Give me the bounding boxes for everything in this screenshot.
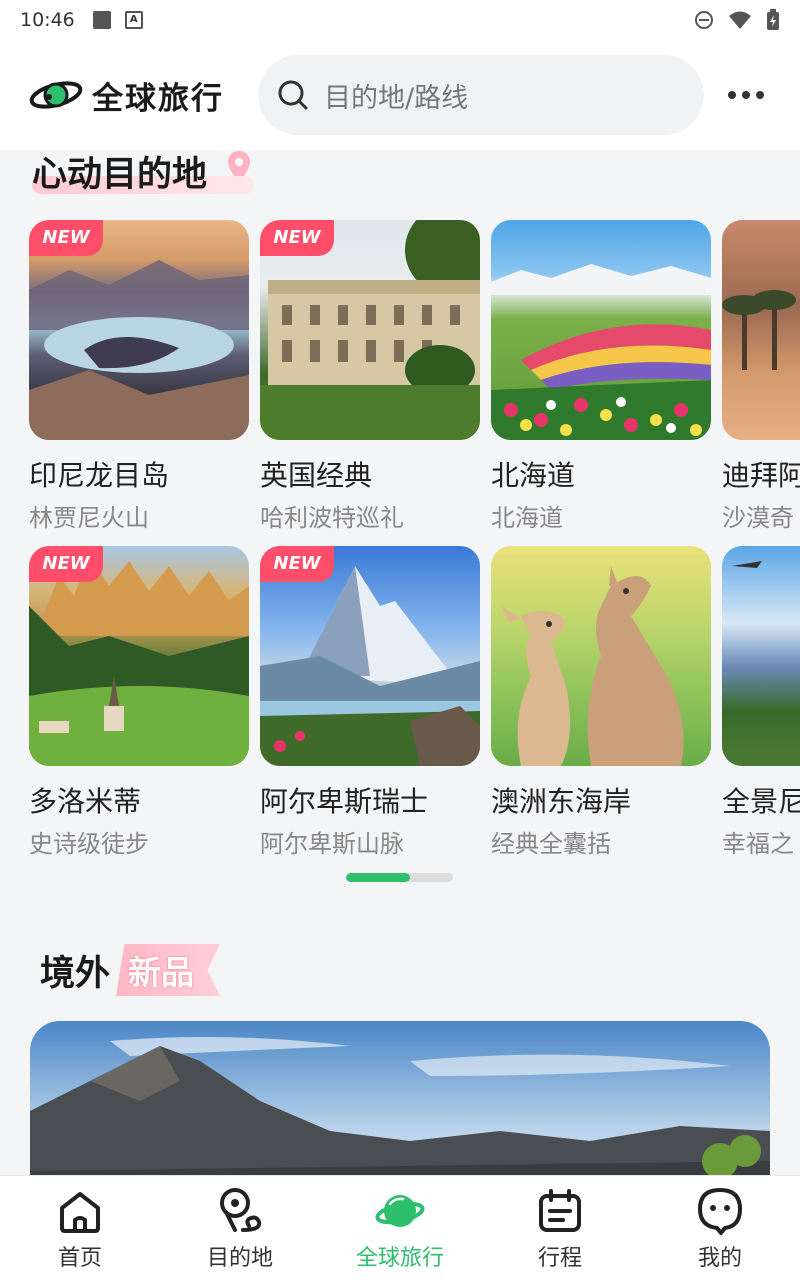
tab-destination[interactable]: 目的地	[160, 1176, 320, 1280]
destination-name: 印尼龙目岛	[29, 459, 170, 492]
destination-name: 阿尔卑斯瑞士	[260, 785, 429, 818]
new-badge: NEW	[29, 220, 103, 256]
destination-name: 全景尼	[722, 785, 800, 818]
destination-subtitle: 经典全囊括	[491, 830, 611, 858]
new-badge: NEW	[260, 220, 334, 256]
destination-name: 英国经典	[260, 459, 373, 492]
destination-name: 澳洲东海岸	[491, 785, 632, 818]
status-bar: 10:46 A	[0, 0, 800, 40]
tab-itinerary[interactable]: 行程	[480, 1176, 640, 1280]
destination-card[interactable]: 迪拜阿 沙漠奇	[722, 220, 800, 533]
destination-card[interactable]: NEW 阿尔卑斯瑞士 阿尔卑斯山脉	[260, 546, 480, 859]
destination-subtitle: 史诗级徒步	[29, 830, 149, 858]
planet-logo-icon	[29, 81, 83, 109]
section-hot-title: 心动目的地	[32, 155, 208, 195]
search-input[interactable]: 目的地/路线	[258, 55, 704, 135]
destination-image	[722, 546, 800, 766]
destination-card[interactable]: 全景尼 幸福之	[722, 546, 800, 859]
battery-icon	[767, 9, 779, 30]
destination-subtitle: 北海道	[491, 504, 563, 532]
search-placeholder: 目的地/路线	[324, 82, 469, 114]
image-notification-icon	[92, 11, 111, 29]
wifi-icon	[729, 11, 751, 29]
tab-home[interactable]: 首页	[0, 1176, 160, 1280]
destination-image	[722, 220, 800, 440]
more-dot	[742, 91, 750, 99]
more-menu-button[interactable]	[728, 91, 774, 99]
destination-image: NEW	[260, 546, 480, 766]
destination-image: NEW	[29, 546, 249, 766]
destination-subtitle: 沙漠奇	[722, 504, 794, 532]
destination-image: NEW	[260, 220, 480, 440]
destination-subtitle: 林贾尼火山	[29, 504, 149, 532]
carousel-indicator	[346, 873, 453, 882]
section-new-header: 境外 新品	[40, 944, 221, 996]
new-badge: NEW	[260, 546, 334, 582]
destination-grid: NEW 印尼龙目岛 林贾尼火山 NEW 英国经典 哈利波特巡礼 北海道 北海道 …	[29, 220, 800, 860]
status-time: 10:46	[20, 9, 75, 31]
destination-image	[491, 546, 711, 766]
a-notification-icon: A	[124, 11, 143, 29]
search-icon	[278, 80, 308, 110]
tab-label: 我的	[697, 1246, 742, 1271]
section-new-badge: 新品	[116, 944, 221, 996]
featured-banner[interactable]	[30, 1021, 770, 1201]
destination-image: NEW	[29, 220, 249, 440]
app-title: 全球旅行	[92, 80, 224, 117]
destination-image	[491, 220, 711, 440]
home-icon	[60, 1192, 100, 1233]
section-hot-header: 心动目的地	[32, 146, 272, 196]
more-dot	[728, 91, 736, 99]
location-route-icon	[220, 1188, 262, 1232]
tab-mine[interactable]: 我的	[640, 1176, 800, 1280]
destination-card[interactable]: 澳洲东海岸 经典全囊括	[491, 546, 711, 859]
destination-card[interactable]: 北海道 北海道	[491, 220, 711, 533]
destination-name: 迪拜阿	[722, 459, 800, 492]
destination-card[interactable]: NEW 英国经典 哈利波特巡礼	[260, 220, 480, 533]
app-header: 全球旅行 目的地/路线	[0, 40, 800, 150]
destination-name: 多洛米蒂	[29, 785, 142, 818]
section-new-title: 境外	[40, 953, 111, 994]
destination-subtitle: 幸福之	[722, 830, 794, 858]
calendar-icon	[539, 1189, 581, 1232]
app-logo: 全球旅行	[28, 73, 250, 118]
more-dot	[756, 91, 764, 99]
tab-label: 目的地	[206, 1246, 273, 1271]
bottom-tab-bar: 首页 目的地 全球旅行 行程 我的	[0, 1175, 800, 1280]
tab-label: 行程	[537, 1246, 582, 1271]
new-badge: NEW	[29, 546, 103, 582]
featured-banner-image	[30, 1021, 770, 1201]
destination-subtitle: 阿尔卑斯山脉	[260, 830, 404, 858]
carousel-indicator-fill	[346, 873, 411, 882]
destination-name: 北海道	[491, 459, 576, 492]
dnd-icon	[695, 11, 713, 29]
user-face-icon	[698, 1188, 742, 1235]
tab-global-travel[interactable]: 全球旅行	[320, 1176, 480, 1280]
tab-label: 首页	[57, 1246, 102, 1271]
planet-icon	[375, 1195, 425, 1227]
destination-card[interactable]: NEW 印尼龙目岛 林贾尼火山	[29, 220, 249, 533]
destination-card[interactable]: NEW 多洛米蒂 史诗级徒步	[29, 546, 249, 859]
tab-label: 全球旅行	[355, 1246, 444, 1271]
destination-subtitle: 哈利波特巡礼	[260, 504, 404, 532]
